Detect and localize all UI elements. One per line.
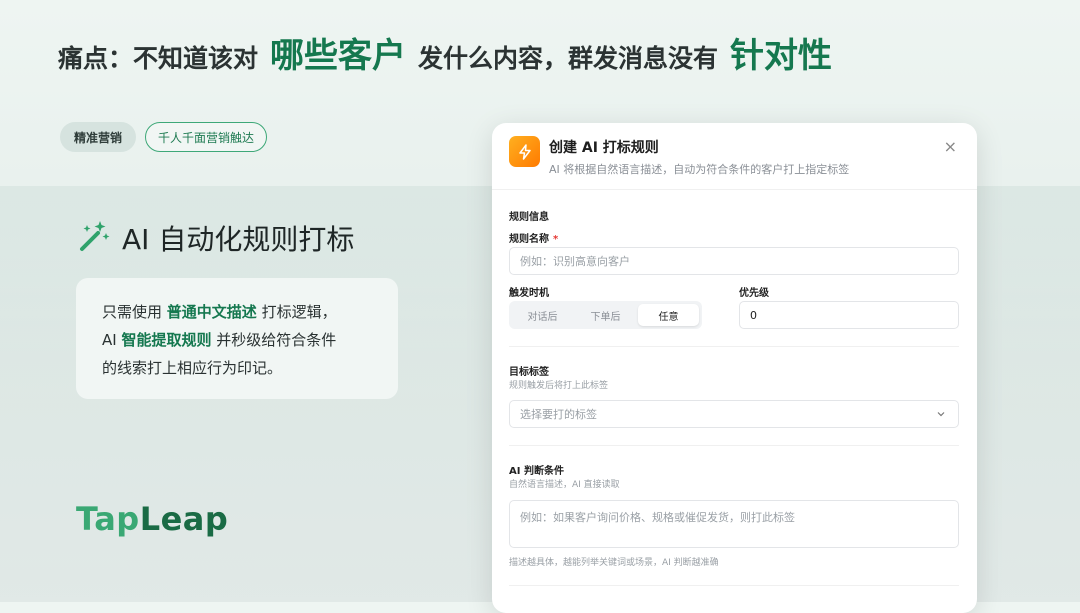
headline-highlight-2: 针对性 bbox=[730, 36, 833, 76]
target-tag-label: 目标标签 bbox=[509, 367, 549, 378]
ai-condition-label: AI 判断条件 bbox=[509, 466, 564, 477]
logo-part-1: Tap bbox=[76, 500, 140, 538]
desc-text: 打标逻辑， bbox=[261, 303, 337, 321]
chevron-down-icon bbox=[936, 409, 946, 422]
divider bbox=[509, 585, 959, 586]
modal-subtitle: AI 将根据自然语言描述，自动为符合条件的客户打上指定标签 bbox=[549, 163, 850, 176]
desc-line-1: 只需使用 普通中文描述 打标逻辑， bbox=[102, 298, 372, 326]
priority-label: 优先级 bbox=[739, 288, 769, 299]
target-tag-select[interactable]: 选择要打的标签 bbox=[509, 400, 959, 428]
logo-part-2: Leap bbox=[139, 500, 229, 538]
rule-name-input[interactable]: 例如：识别高意向客户 bbox=[509, 247, 959, 275]
target-tag-placeholder: 选择要打的标签 bbox=[520, 408, 597, 421]
headline-highlight-1: 哪些客户 bbox=[270, 36, 407, 76]
target-tag-hint: 规则触发后将打上此标签 bbox=[509, 381, 609, 391]
page-headline: 痛点：不知道该对 哪些客户 发什么内容，群发消息没有 针对性 bbox=[58, 28, 832, 76]
headline-part1: 痛点：不知道该对 bbox=[58, 44, 259, 73]
divider bbox=[509, 346, 959, 347]
desc-line-3: 的线索打上相应行为印记。 bbox=[102, 359, 283, 377]
trigger-segmented-control: 对话后 下单后 任意 bbox=[509, 301, 702, 329]
desc-text: AI bbox=[102, 331, 117, 349]
feature-description-card: 只需使用 普通中文描述 打标逻辑， AI 智能提取规则 并秒级给符合条件 的线索… bbox=[76, 278, 398, 399]
headline-part2: 发什么内容，群发消息没有 bbox=[418, 44, 719, 73]
feature-heading: AI 自动化规则打标 bbox=[78, 218, 354, 258]
lightning-icon bbox=[509, 136, 540, 167]
ai-condition-hint: 自然语言描述，AI 直接读取 bbox=[509, 480, 620, 490]
desc-text: 只需使用 bbox=[102, 303, 163, 321]
trigger-label: 触发时机 bbox=[509, 288, 549, 299]
trigger-option-after-chat[interactable]: 对话后 bbox=[512, 304, 573, 326]
magic-wand-icon bbox=[78, 219, 110, 257]
required-mark: * bbox=[553, 234, 559, 245]
brand-logo: TapLeap bbox=[76, 500, 228, 538]
tag-personalized-reach: 千人千面营销触达 bbox=[145, 122, 267, 152]
desc-text: 并秒级给符合条件 bbox=[216, 331, 337, 349]
create-rule-modal: 创建 AI 打标规则 AI 将根据自然语言描述，自动为符合条件的客户打上指定标签… bbox=[492, 123, 977, 613]
desc-line-2: AI 智能提取规则 并秒级给符合条件 bbox=[102, 326, 372, 354]
ai-condition-tip: 描述越具体，越能列举关键词或场景，AI 判断越准确 bbox=[509, 558, 719, 568]
tag-precise-marketing: 精准营销 bbox=[60, 122, 136, 152]
desc-highlight: 普通中文描述 bbox=[166, 303, 257, 321]
divider bbox=[509, 445, 959, 446]
desc-highlight: 智能提取规则 bbox=[121, 331, 212, 349]
ai-condition-textarea[interactable]: 例如：如果客户询问价格、规格或催促发货，则打此标签 bbox=[509, 500, 959, 548]
modal-title: 创建 AI 打标规则 bbox=[549, 140, 659, 156]
modal-header: 创建 AI 打标规则 AI 将根据自然语言描述，自动为符合条件的客户打上指定标签… bbox=[492, 123, 977, 190]
priority-input[interactable]: 0 bbox=[739, 301, 959, 329]
close-icon[interactable]: × bbox=[944, 137, 957, 156]
trigger-option-after-order[interactable]: 下单后 bbox=[575, 304, 636, 326]
rule-name-label: 规则名称 * bbox=[509, 230, 558, 245]
section-rule-info: 规则信息 bbox=[509, 212, 549, 223]
rule-name-label-text: 规则名称 bbox=[509, 234, 549, 245]
feature-title: AI 自动化规则打标 bbox=[122, 223, 355, 256]
trigger-option-any[interactable]: 任意 bbox=[638, 304, 699, 326]
